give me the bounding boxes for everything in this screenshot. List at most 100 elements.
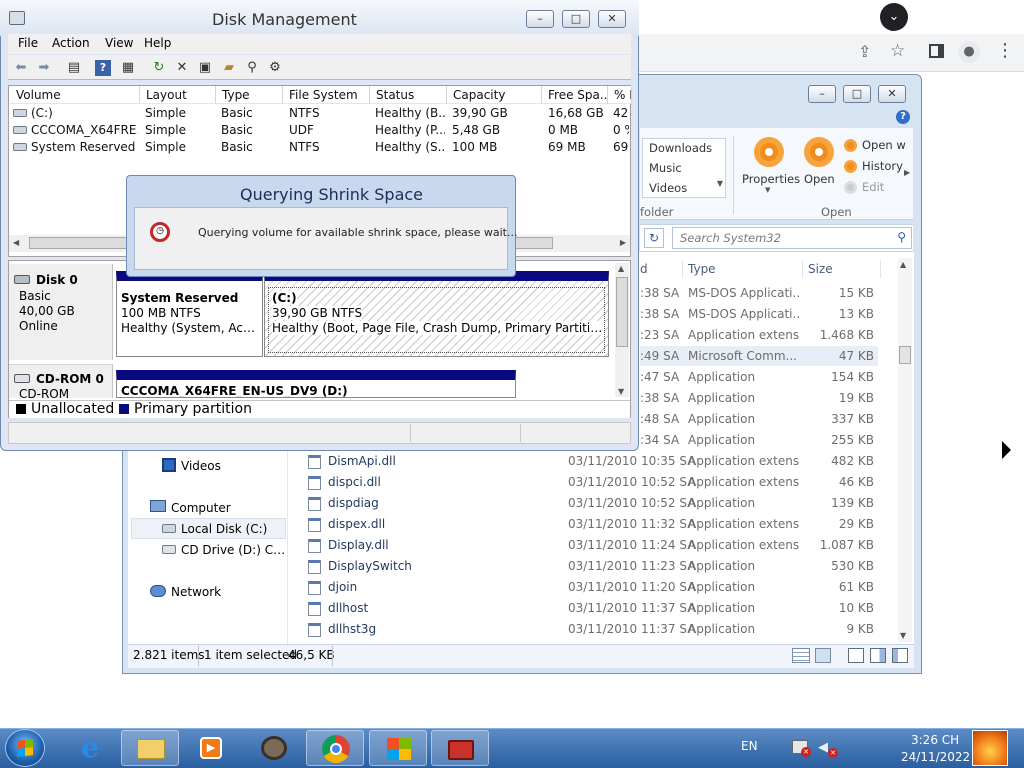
profile-icon[interactable]: ● xyxy=(958,41,980,63)
nav-computer[interactable]: Computer xyxy=(171,501,231,515)
column-header[interactable]: Free Spa... xyxy=(542,86,608,104)
column-header[interactable]: Type xyxy=(216,86,283,104)
list-header-size[interactable]: Size xyxy=(808,262,833,276)
menu-file[interactable]: File xyxy=(18,36,38,50)
share-icon[interactable]: ⇪ xyxy=(858,42,871,61)
help-book-icon[interactable]: ? xyxy=(95,60,111,76)
windows-update-taskbar-button[interactable] xyxy=(369,730,427,766)
scroll-down-arrow[interactable]: ▼ xyxy=(618,387,624,396)
properties-icon[interactable] xyxy=(754,137,784,167)
scroll-up-arrow[interactable]: ▲ xyxy=(618,264,624,273)
place-downloads[interactable]: Downloads xyxy=(649,140,712,157)
nav-local-disk[interactable]: Local Disk (C:) xyxy=(181,522,267,536)
properties-sheet-icon[interactable]: ▦ xyxy=(118,58,138,78)
preview-pane-icon[interactable] xyxy=(848,648,864,663)
column-header[interactable]: Volume xyxy=(10,86,140,104)
settings-icon[interactable]: ⚙ xyxy=(265,58,285,78)
list-scrollbar[interactable]: ▲ ▼ xyxy=(898,258,912,642)
explorer-close-button[interactable]: ✕ xyxy=(878,85,906,103)
scroll-down-arrow[interactable]: ▼ xyxy=(900,631,906,640)
history-button[interactable]: History xyxy=(862,159,903,173)
file-explorer-taskbar-button[interactable] xyxy=(121,730,179,766)
open-with-button[interactable]: Open w xyxy=(862,138,906,152)
details-view-icon[interactable] xyxy=(792,648,810,663)
volume-name[interactable]: CCCOMA_X64FRE... xyxy=(31,122,138,139)
file-name[interactable]: djoin xyxy=(328,580,357,594)
language-indicator[interactable]: EN xyxy=(741,739,758,753)
disk-management-taskbar-button[interactable] xyxy=(431,730,489,766)
place-music[interactable]: Music xyxy=(649,160,682,177)
star-icon[interactable]: ☆ xyxy=(890,41,905,61)
media-player-icon[interactable]: ▶ xyxy=(181,730,239,766)
action-center-icon[interactable]: ✕ xyxy=(792,740,811,757)
forward-arrow-icon[interactable]: ➡ xyxy=(34,58,54,78)
nav-network[interactable]: Network xyxy=(171,585,221,599)
show-desktop-thumbnail[interactable] xyxy=(972,730,1008,766)
volume-muted-icon[interactable]: ◀ ✕ xyxy=(818,740,838,758)
column-header[interactable]: File System xyxy=(283,86,370,104)
more-menu-icon[interactable]: ⋮ xyxy=(996,40,1014,61)
file-name[interactable]: dllhost xyxy=(328,601,368,615)
column-header[interactable]: Capacity xyxy=(447,86,542,104)
column-header[interactable]: Status xyxy=(370,86,447,104)
file-name[interactable]: dispdiag xyxy=(328,496,379,510)
internet-explorer-icon[interactable]: e xyxy=(61,730,119,766)
refresh-icon[interactable]: ↻ xyxy=(644,228,664,248)
place-videos[interactable]: Videos xyxy=(649,180,687,197)
back-arrow-icon[interactable]: ⬅ xyxy=(11,58,31,78)
scroll-up-arrow[interactable]: ▲ xyxy=(900,260,906,269)
menu-help[interactable]: Help xyxy=(144,36,171,50)
side-panel-icon[interactable] xyxy=(929,44,944,58)
console-tree-icon[interactable]: ▤ xyxy=(64,58,84,78)
explorer-maximize-button[interactable]: □ xyxy=(843,85,871,103)
file-name[interactable]: dispex.dll xyxy=(328,517,385,531)
explorer-minimize-button[interactable]: – xyxy=(808,85,836,103)
list-header-type[interactable]: Type xyxy=(688,262,716,276)
search-input[interactable]: Search System32 xyxy=(680,231,781,245)
dm-maximize-button[interactable]: □ xyxy=(562,10,590,28)
history-icon[interactable] xyxy=(844,160,857,173)
open-icon[interactable] xyxy=(804,137,834,167)
file-name[interactable]: DisplaySwitch xyxy=(328,559,412,573)
dm-close-button[interactable]: ✕ xyxy=(598,10,626,28)
open-with-icon[interactable] xyxy=(844,139,857,152)
edit-button[interactable]: Edit xyxy=(862,180,884,194)
start-button[interactable] xyxy=(5,729,45,767)
file-name[interactable]: DismApi.dll xyxy=(328,454,396,468)
column-header[interactable]: % F xyxy=(608,86,632,104)
chevron-down-icon[interactable]: ⌄ xyxy=(880,3,908,31)
nav-videos[interactable]: Videos xyxy=(181,459,221,473)
properties-button[interactable]: Properties xyxy=(742,172,800,186)
scroll-down-icon[interactable]: ▼ xyxy=(717,179,723,188)
clock-time[interactable]: 3:26 CH xyxy=(911,733,959,747)
disk-pane-scrollbar[interactable]: ▲ ▼ xyxy=(615,263,629,397)
file-name[interactable]: dispci.dll xyxy=(328,475,381,489)
clock-date[interactable]: 24/11/2022 xyxy=(901,750,970,764)
help-icon[interactable]: ? xyxy=(896,110,910,124)
column-header[interactable]: Layout xyxy=(140,86,216,104)
scroll-thumb[interactable] xyxy=(616,277,628,347)
ribbon-expand-icon[interactable]: ▶ xyxy=(904,168,910,177)
delete-icon[interactable]: ✕ xyxy=(172,58,192,78)
nav-cd-drive[interactable]: CD Drive (D:) CCCOI xyxy=(181,543,287,557)
menu-action[interactable]: Action xyxy=(52,36,90,50)
dm-app-icon[interactable] xyxy=(9,11,25,25)
volume-name[interactable]: (C:) xyxy=(31,105,138,122)
find-icon[interactable]: ⚲ xyxy=(242,58,262,78)
navigation-pane-icon[interactable] xyxy=(892,648,908,663)
scroll-thumb[interactable] xyxy=(899,346,911,364)
dm-minimize-button[interactable]: – xyxy=(526,10,554,28)
dropdown-arrow-icon[interactable]: ▼ xyxy=(765,186,770,194)
cdrom-partition[interactable]: CCCOMA_X64FRE_EN-US_DV9 (D:) xyxy=(116,370,516,398)
rescan-icon[interactable]: ▣ xyxy=(195,58,215,78)
open-button[interactable]: Open xyxy=(804,172,835,186)
scroll-right-arrow[interactable]: ▶ xyxy=(620,238,626,247)
open-folder-icon[interactable]: ▰ xyxy=(219,58,239,78)
details-pane-icon[interactable] xyxy=(870,648,886,663)
search-icon[interactable]: ⚲ xyxy=(897,230,906,244)
raccoon-app-icon[interactable] xyxy=(246,730,304,766)
chrome-taskbar-button[interactable] xyxy=(306,730,364,766)
refresh-icon[interactable]: ↻ xyxy=(149,58,169,78)
file-name[interactable]: Display.dll xyxy=(328,538,389,552)
menu-view[interactable]: View xyxy=(105,36,133,50)
